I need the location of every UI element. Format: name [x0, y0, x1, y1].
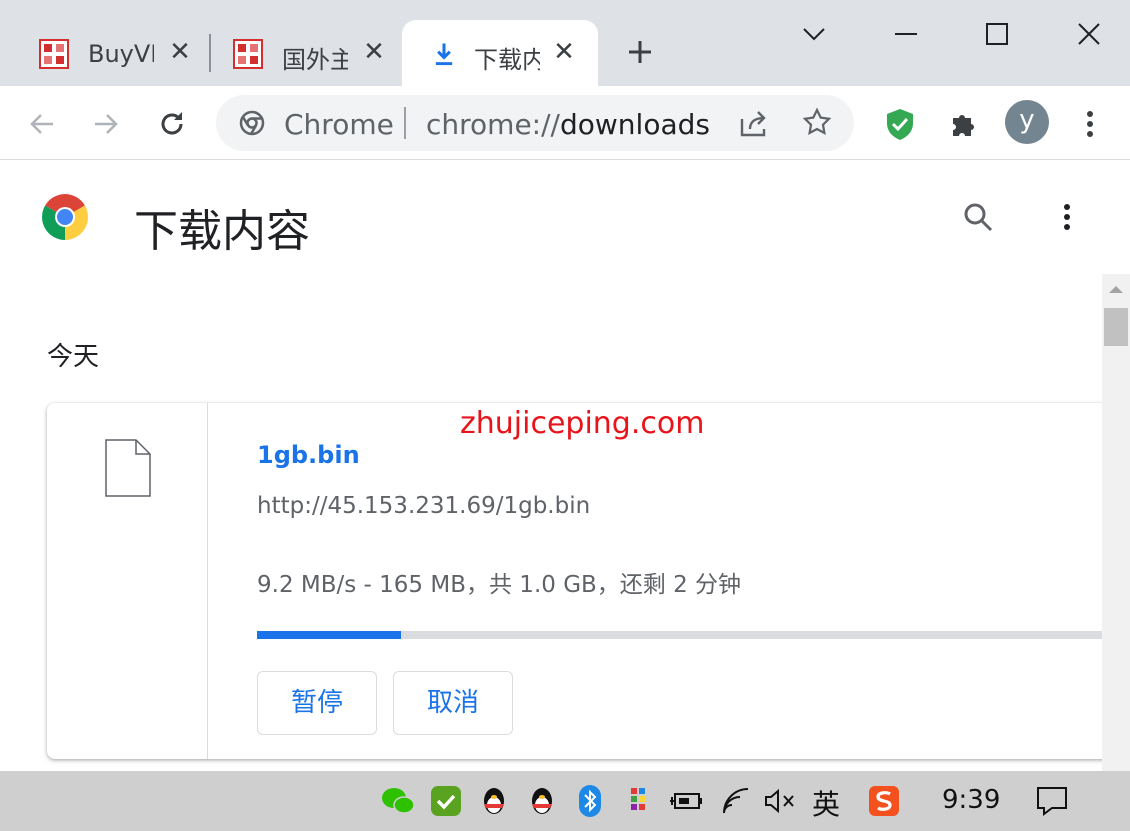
puzzle-icon [953, 115, 974, 136]
site-favicon [39, 39, 69, 69]
close-icon[interactable]: ✕ [550, 38, 578, 66]
omnibox-url: chrome://downloads [426, 108, 710, 141]
network-tray-icon[interactable] [718, 783, 754, 819]
file-icon [105, 439, 151, 497]
card-divider [207, 403, 208, 759]
tab-strip: BuyVM ✕ 国外主 ✕ 下载内 ✕ [0, 0, 1130, 86]
reload-button[interactable] [152, 104, 192, 144]
wifi-icon [723, 788, 749, 814]
qq-penguin-icon [532, 788, 552, 814]
chrome-site-icon [239, 110, 265, 136]
page-title: 下载内容 [134, 206, 310, 257]
omnibox[interactable]: Chrome chrome://downloads [216, 95, 854, 151]
security-tray-icon[interactable] [428, 783, 464, 819]
color-grid-icon [631, 788, 645, 810]
check-shield-icon [431, 786, 461, 816]
url-host: downloads [559, 108, 710, 141]
close-icon[interactable]: ✕ [360, 38, 388, 66]
tab-downloads[interactable]: 下载内 ✕ [402, 20, 598, 86]
page-scrollbar[interactable] [1102, 274, 1130, 771]
volume-tray-icon[interactable] [762, 783, 798, 819]
adguard-extension-button[interactable] [880, 104, 920, 144]
search-downloads-button[interactable] [958, 197, 998, 237]
tab-search-button[interactable] [794, 14, 834, 54]
url-scheme: chrome:// [426, 108, 560, 141]
arrow-right-icon [95, 114, 118, 134]
omnibox-site-label: Chrome [284, 108, 394, 141]
minimize-icon [895, 33, 917, 35]
battery-charging-icon [670, 793, 702, 809]
scrollbar-thumb[interactable] [1104, 308, 1128, 346]
wechat-tray-icon[interactable] [380, 783, 416, 819]
qq-penguin-icon [484, 788, 504, 814]
arrow-left-icon [30, 114, 53, 134]
volume-muted-icon [765, 788, 794, 814]
sogou-ime-tray-icon[interactable] [866, 783, 902, 819]
maximize-icon [986, 23, 1008, 45]
tab-foreign-host[interactable]: 国外主 ✕ [194, 20, 404, 86]
chrome-logo-icon [42, 194, 88, 240]
scroll-up-arrow-icon[interactable] [1102, 274, 1130, 304]
sogou-icon [869, 786, 899, 816]
search-icon [964, 203, 993, 232]
browser-window: BuyVM ✕ 国外主 ✕ 下载内 ✕ [0, 0, 1130, 831]
toolbar: Chrome chrome://downloads y [0, 86, 1130, 160]
shield-check-icon [887, 109, 913, 140]
app-tray-icon[interactable] [620, 783, 656, 819]
ime-indicator[interactable]: 英 [812, 783, 840, 823]
tab-title: 下载内 [474, 46, 540, 74]
tab-buyvm[interactable]: BuyVM ✕ [0, 20, 210, 86]
page-menu-button[interactable] [1047, 197, 1087, 237]
file-name-link[interactable]: 1gb.bin [257, 441, 360, 469]
plus-icon [629, 41, 651, 63]
back-button[interactable] [22, 104, 62, 144]
star-icon[interactable] [802, 107, 832, 137]
date-section-label: 今天 [47, 342, 100, 372]
bluetooth-icon [579, 785, 601, 817]
menu-button[interactable] [1070, 104, 1110, 144]
new-tab-button[interactable] [620, 32, 660, 72]
pause-button[interactable]: 暂停 [257, 671, 377, 735]
qq-tray-icon-2[interactable] [524, 783, 560, 819]
chevron-down-icon [803, 28, 825, 41]
watermark-text: zhujiceping.com [460, 406, 705, 441]
windows-taskbar: 英 9:39 [0, 771, 1130, 831]
progress-fill [257, 631, 401, 639]
more-vert-icon [1064, 204, 1070, 230]
extensions-button[interactable] [943, 104, 983, 144]
maximize-button[interactable] [977, 14, 1017, 54]
minimize-button[interactable] [886, 14, 926, 54]
qq-tray-icon-1[interactable] [476, 783, 512, 819]
reload-icon [161, 112, 183, 135]
close-icon[interactable]: ✕ [166, 38, 194, 66]
file-source-url[interactable]: http://45.153.231.69/1gb.bin [257, 493, 590, 519]
close-window-button[interactable] [1069, 14, 1109, 54]
clock[interactable]: 9:39 [942, 785, 1000, 815]
close-icon [1078, 23, 1100, 45]
bluetooth-tray-icon[interactable] [572, 783, 608, 819]
page-header: 下载内容 [0, 161, 1100, 271]
more-vert-icon [1087, 111, 1093, 137]
cancel-button[interactable]: 取消 [393, 671, 513, 735]
wechat-icon [382, 788, 415, 814]
action-center-button[interactable] [1034, 783, 1070, 819]
tab-title: BuyVM [88, 40, 154, 68]
download-item: 1gb.bin http://45.153.231.69/1gb.bin 9.2… [47, 403, 1127, 759]
omnibox-separator [404, 107, 406, 139]
notification-icon [1037, 787, 1067, 816]
downloads-page: 下载内容 今天 1gb.bin http://45.153.231.69/1gb… [0, 161, 1130, 771]
site-favicon [233, 39, 263, 69]
tab-title: 国外主 [282, 46, 348, 74]
download-progress-bar [257, 631, 1127, 639]
forward-button[interactable] [86, 104, 126, 144]
download-status: 9.2 MB/s - 165 MB，共 1.0 GB，还剩 2 分钟 [257, 572, 742, 598]
share-icon[interactable] [738, 109, 770, 139]
avatar[interactable]: y [1005, 100, 1049, 144]
power-tray-icon[interactable] [668, 783, 704, 819]
download-icon [435, 43, 453, 66]
